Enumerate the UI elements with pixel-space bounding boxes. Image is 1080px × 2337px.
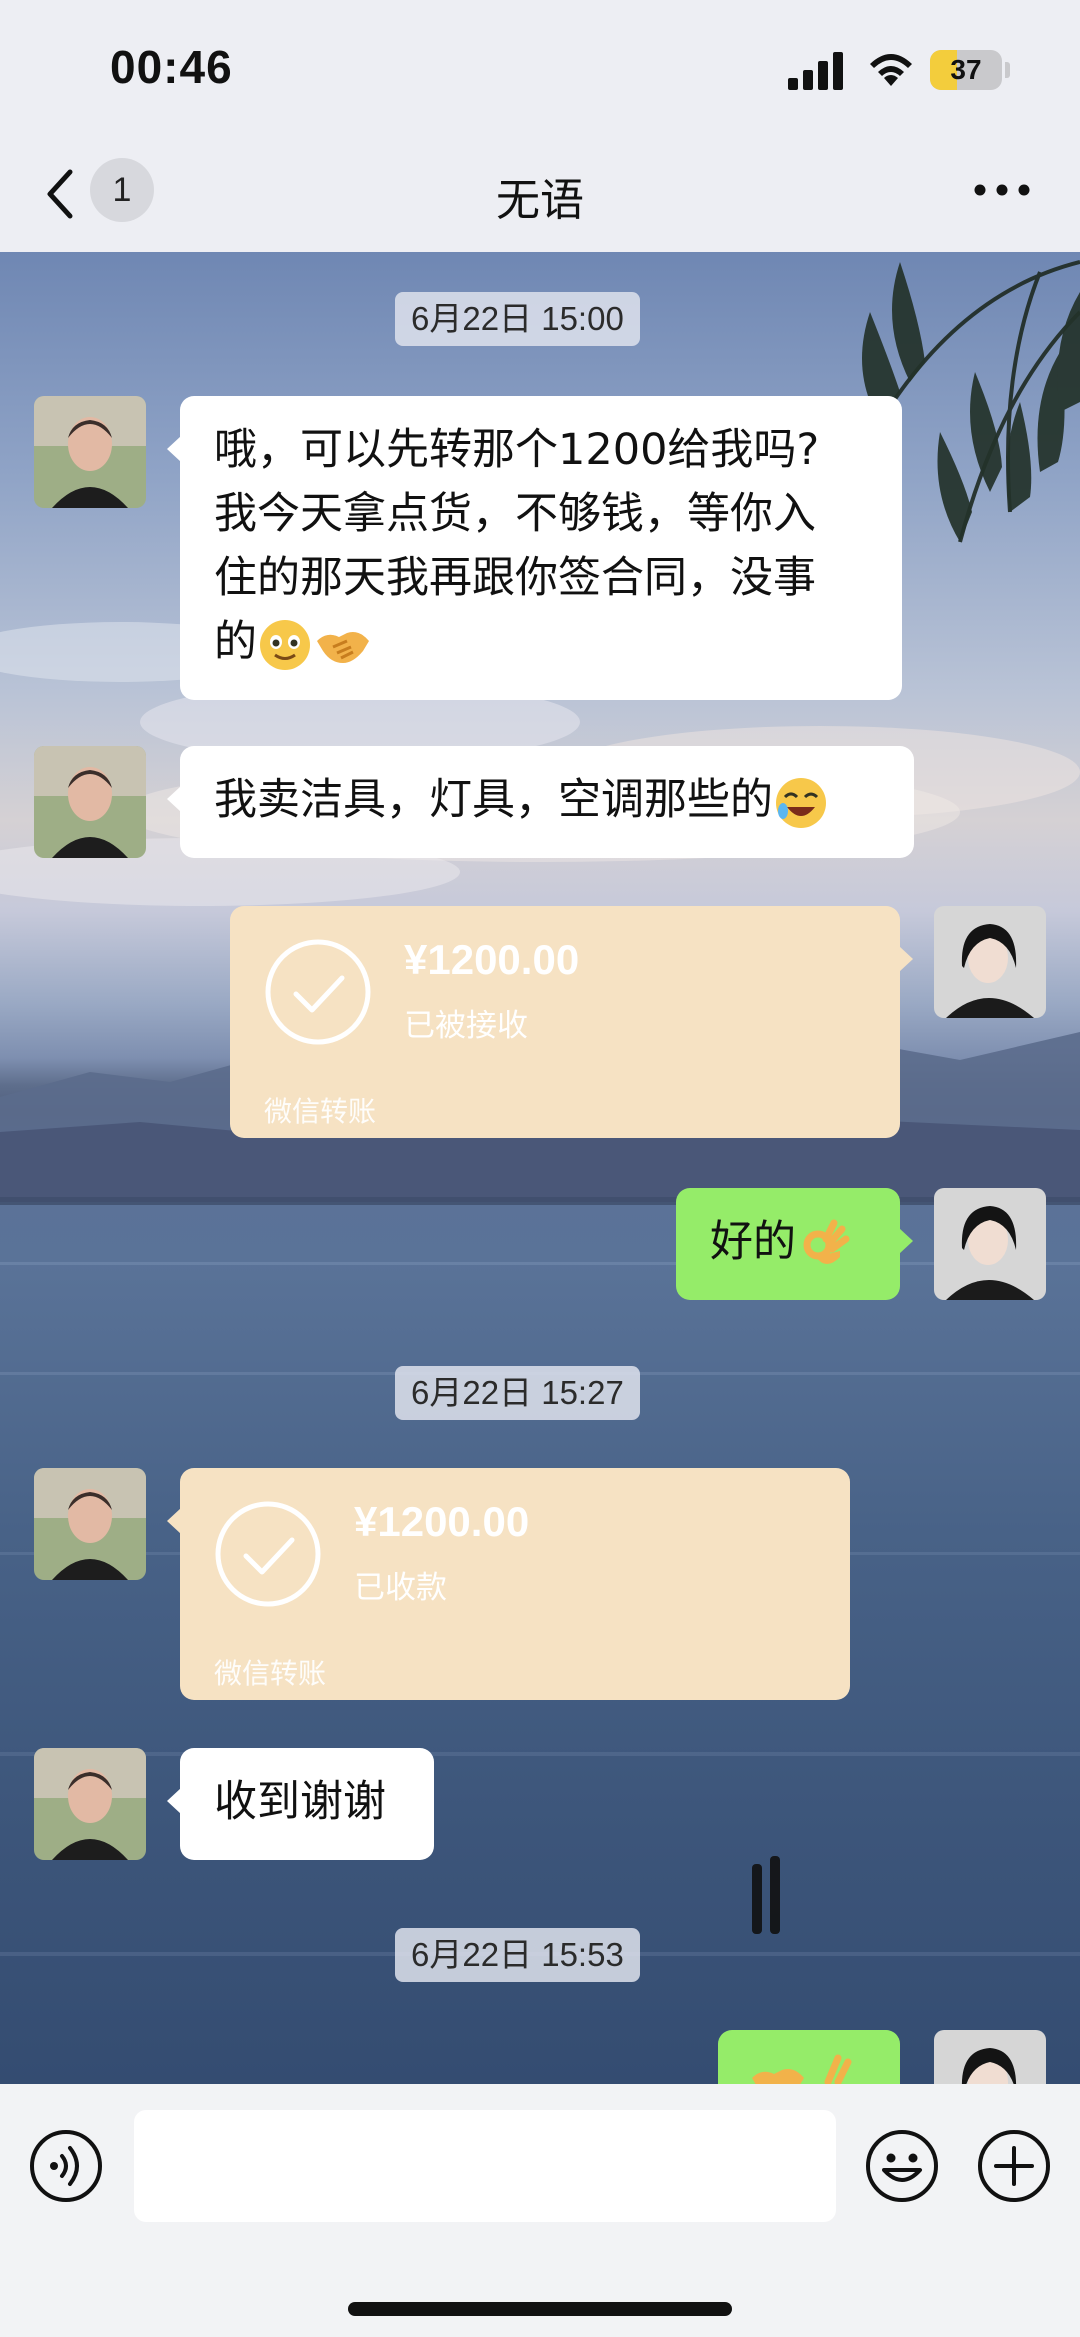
battery-icon: 37 (930, 50, 1002, 90)
slightly-smiling-face-emoji (260, 619, 310, 670)
transfer-card[interactable]: ¥1200.00 已被接收 微信转账 (230, 906, 913, 1138)
message-bubble[interactable]: 我卖洁具，灯具，空调那些的 (167, 746, 914, 858)
ok-hand-emoji (824, 2054, 852, 2084)
transfer-footer: 微信转账 (214, 1657, 327, 1690)
handshake-emoji (317, 631, 369, 663)
message-line: 我今天拿点货，不够钱，等你入 (214, 489, 816, 539)
signal-icon (788, 52, 843, 90)
unread-count-badge[interactable]: 1 (90, 158, 154, 222)
transfer-amount: ¥1200.00 (404, 936, 580, 983)
avatar-photo (34, 396, 146, 508)
my-avatar[interactable] (934, 906, 1046, 1018)
transfer-status: 已收款 (354, 1570, 447, 1606)
message-text: 我卖洁具，灯具，空调那些的 (214, 775, 773, 825)
wifi-icon (870, 54, 912, 86)
more-icon[interactable] (972, 180, 1032, 200)
message-text: 好的 (710, 1217, 796, 1267)
transfer-card[interactable]: ¥1200.00 已收款 微信转账 (167, 1468, 850, 1700)
plus-icon[interactable] (976, 2128, 1052, 2204)
voice-icon[interactable] (28, 2128, 104, 2204)
nav-bar: 1 无语 (0, 140, 1080, 252)
status-time: 00:46 (110, 41, 233, 93)
message-timestamp: 6月22日 15:00 (395, 292, 640, 346)
contact-avatar[interactable] (34, 396, 146, 508)
message-input[interactable] (134, 2110, 836, 2222)
contact-avatar[interactable] (34, 1468, 146, 1580)
message-bubble[interactable] (718, 2030, 900, 2084)
avatar-photo (34, 746, 146, 858)
contact-avatar[interactable] (34, 1748, 146, 1860)
transfer-status: 已被接收 (404, 1008, 528, 1044)
battery-level: 37 (950, 54, 982, 85)
my-avatar[interactable] (934, 2030, 1046, 2084)
ok-hand-emoji (803, 1219, 850, 1264)
check-circle-icon (265, 939, 371, 1045)
home-indicator[interactable] (348, 2302, 732, 2316)
message-bubble[interactable]: 好的 (676, 1188, 913, 1300)
message-line: 住的那天我再跟你签合同，没事 (214, 553, 816, 603)
message-text: 收到谢谢 (214, 1777, 386, 1827)
transfer-footer: 微信转账 (264, 1095, 377, 1128)
avatar-photo (34, 1468, 146, 1580)
message-line: 哦，可以先转那个1200给我吗? (214, 425, 820, 475)
avatar-photo (934, 1188, 1046, 1300)
battery-cap (1005, 62, 1010, 78)
contact-avatar[interactable] (34, 746, 146, 858)
my-avatar[interactable] (934, 1188, 1046, 1300)
input-bar (0, 2084, 1080, 2337)
message-bubble[interactable]: 收到谢谢 (167, 1748, 434, 1860)
avatar-photo (934, 906, 1046, 1018)
rolling-on-floor-laughing-emoji (776, 777, 826, 828)
avatar-photo (934, 2030, 1046, 2084)
check-circle-icon (215, 1501, 321, 1607)
message-timestamp: 6月22日 15:53 (395, 1928, 640, 1982)
chat-area[interactable]: 6月22日 15:00 哦，可以先转那个1200给我吗? 我今天拿点货，不够钱，… (0, 252, 1080, 2084)
message-line: 的 (214, 617, 257, 667)
message-bubble[interactable]: 哦，可以先转那个1200给我吗? 我今天拿点货，不够钱，等你入 住的那天我再跟你… (167, 396, 902, 700)
top-area: 00:46 37 1 无语 (0, 0, 1080, 252)
avatar-photo (34, 1748, 146, 1860)
status-bar: 00:46 37 (0, 0, 1080, 140)
chat-title: 无语 (496, 175, 584, 226)
message-timestamp: 6月22日 15:27 (395, 1366, 640, 1420)
handshake-emoji (752, 2069, 804, 2084)
transfer-amount: ¥1200.00 (354, 1498, 530, 1545)
chevron-left-icon[interactable] (40, 164, 80, 224)
emoji-icon[interactable] (864, 2128, 940, 2204)
